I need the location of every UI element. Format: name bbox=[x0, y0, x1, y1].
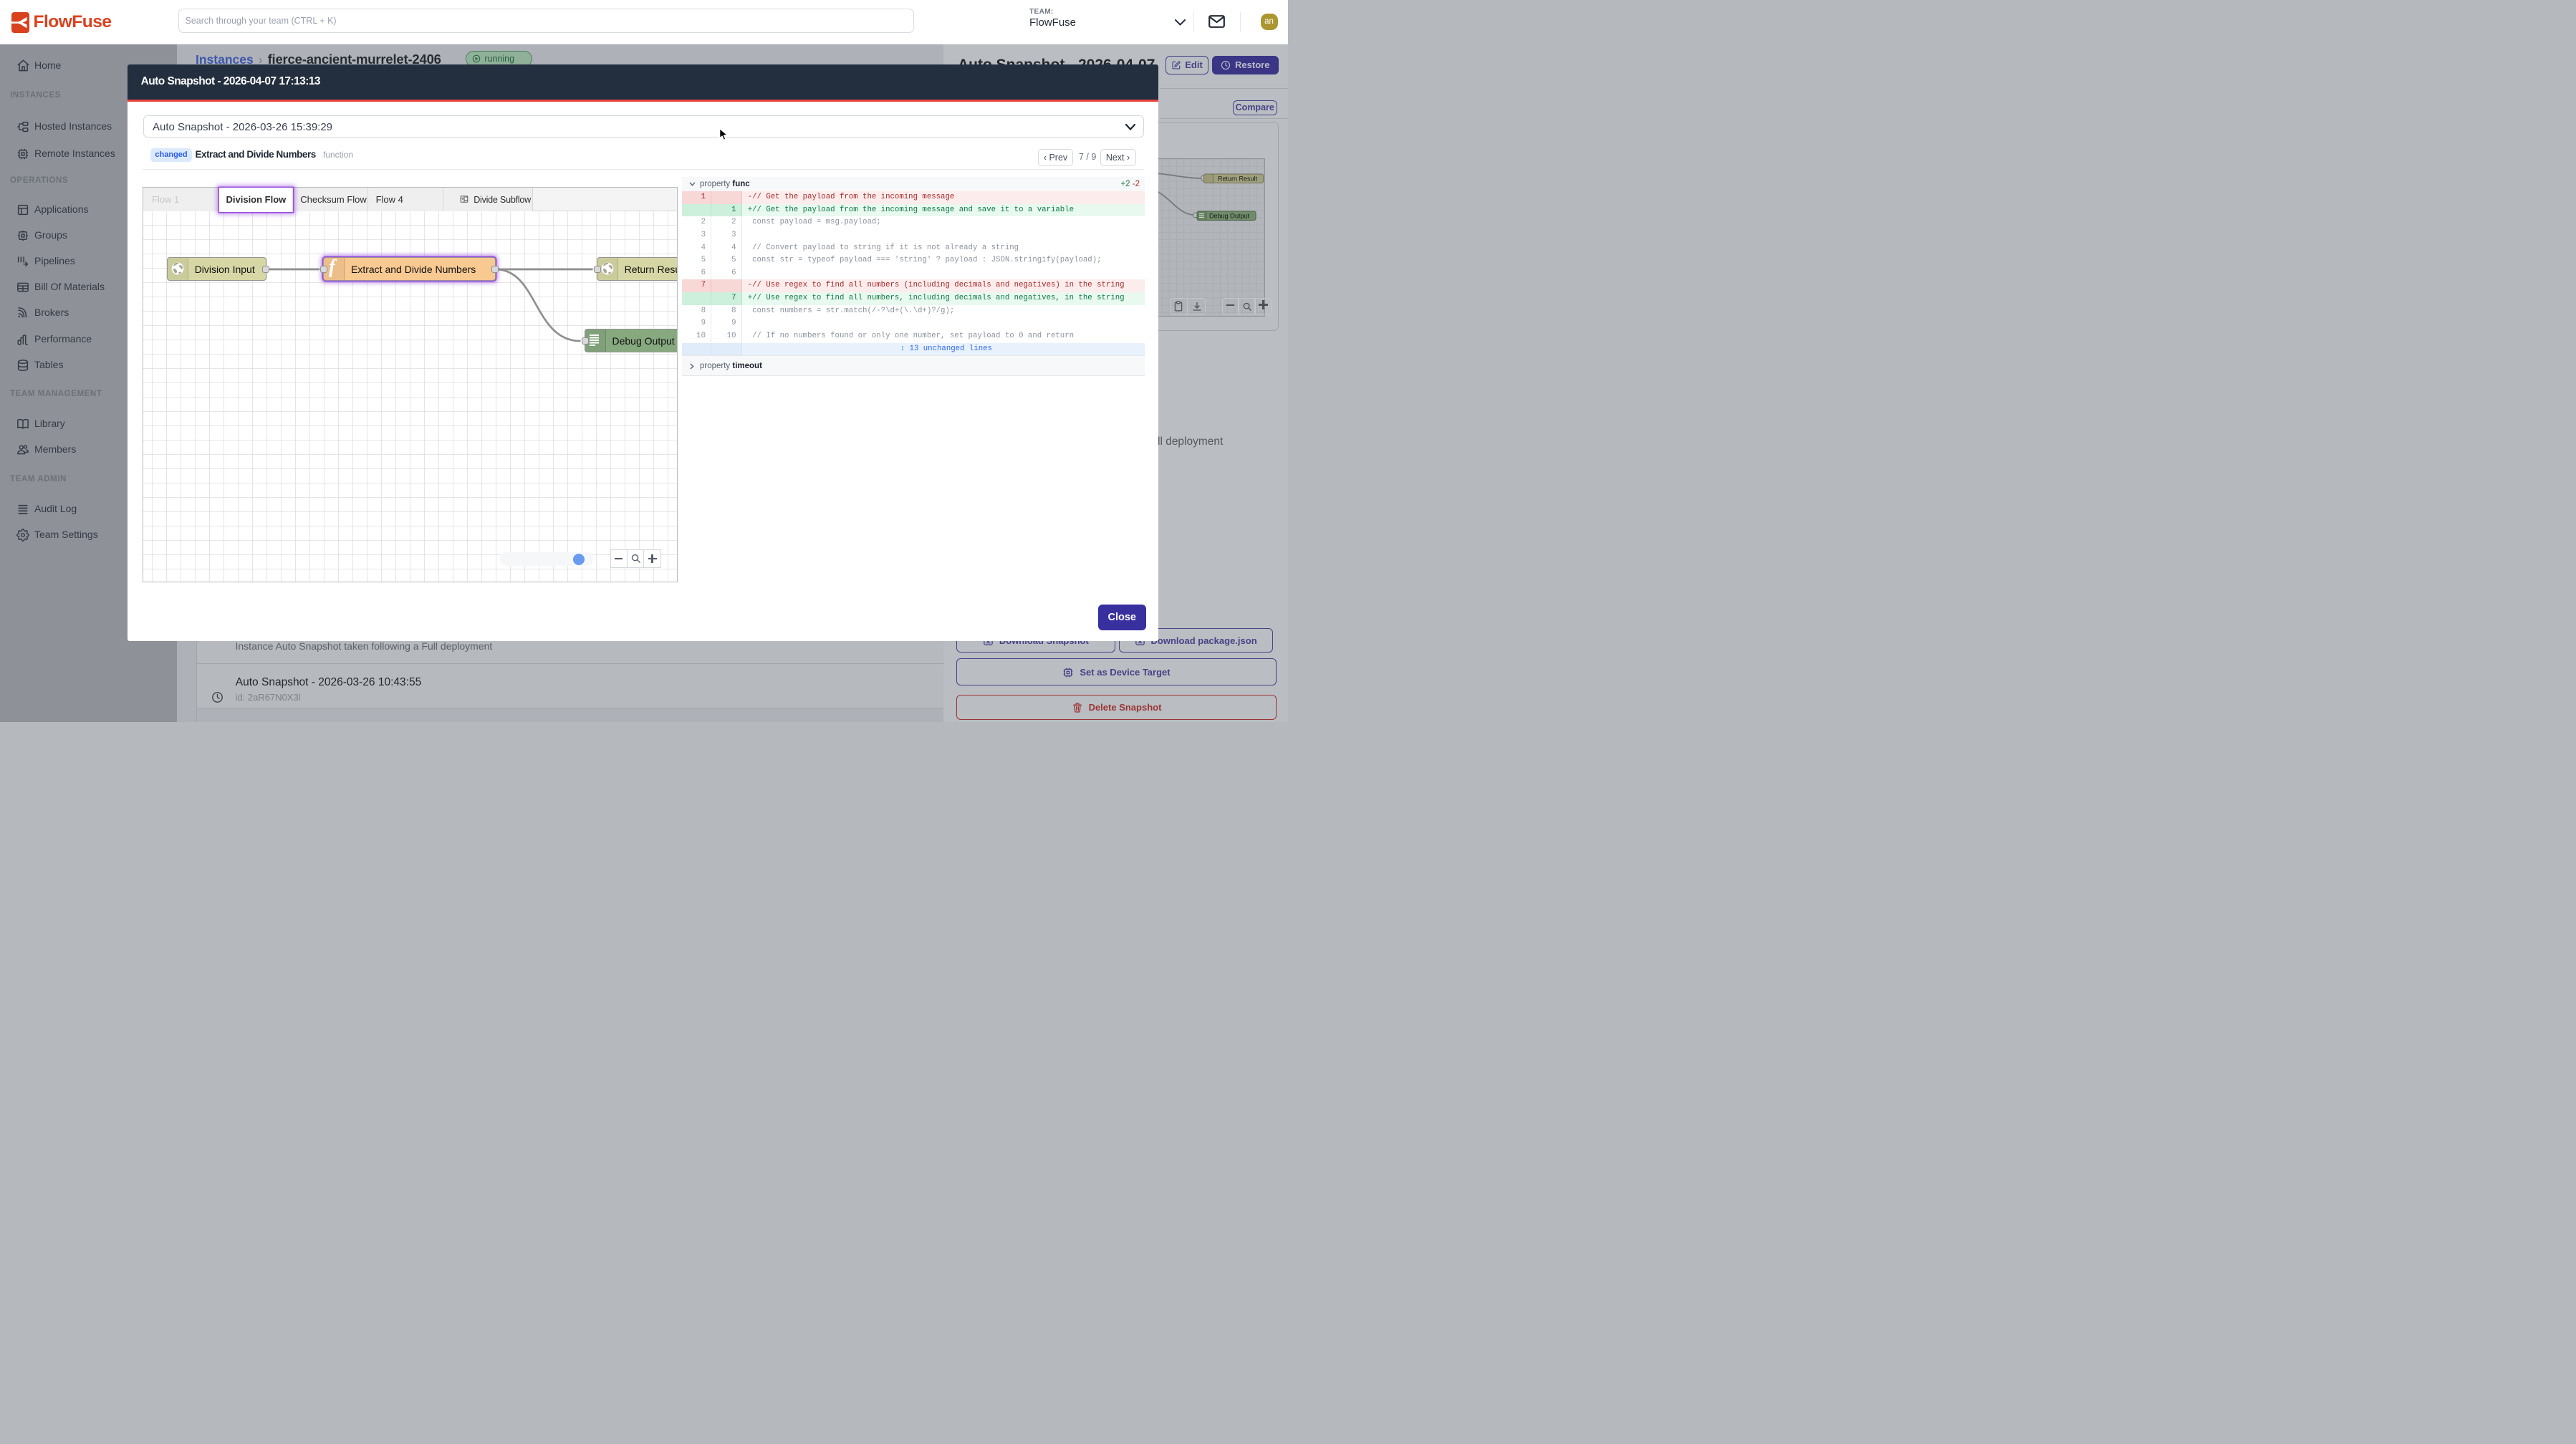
svg-text:Debug Output: Debug Output bbox=[1209, 212, 1250, 219]
svg-text:Return Result: Return Result bbox=[1218, 175, 1258, 182]
